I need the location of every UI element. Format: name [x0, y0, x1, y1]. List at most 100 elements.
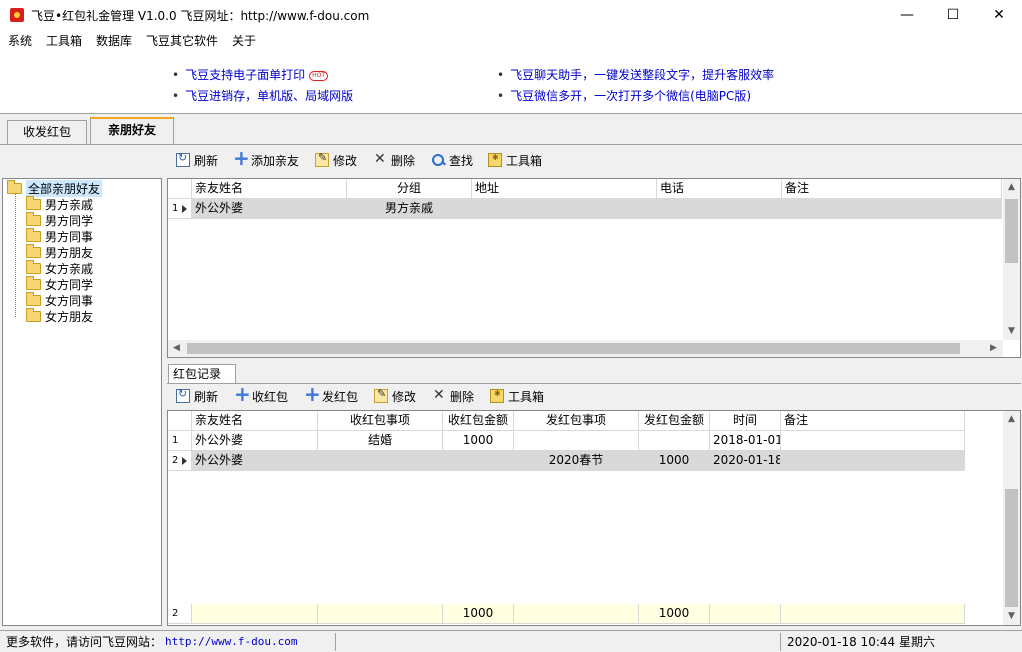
- tree-item-group[interactable]: 女方同学: [26, 275, 93, 292]
- edit-icon: [315, 151, 329, 167]
- footer-count: 2: [172, 608, 179, 619]
- folder-icon: [26, 243, 41, 258]
- folder-icon: [26, 211, 41, 226]
- cell-recv-amount[interactable]: 1000: [443, 431, 514, 451]
- delete-button[interactable]: 删除: [432, 386, 474, 406]
- scroll-thumb[interactable]: [187, 343, 960, 354]
- folder-icon: [26, 259, 41, 274]
- toolbox-button[interactable]: 工具箱: [490, 386, 544, 406]
- news-link-waybill[interactable]: • 飞豆支持电子面单打印 HOT: [172, 66, 328, 83]
- tree-item-group[interactable]: 女方亲戚: [26, 259, 93, 276]
- cell-recv-event[interactable]: [318, 451, 443, 471]
- tree-item-group[interactable]: 女方同事: [26, 291, 93, 308]
- vertical-scrollbar[interactable]: ▲ ▼: [1003, 179, 1020, 340]
- cell-recv-amount[interactable]: [443, 451, 514, 471]
- column-header[interactable]: 发红包金额: [639, 411, 710, 431]
- column-header[interactable]: 收红包金额: [443, 411, 514, 431]
- table-row[interactable]: 2 外公外婆 2020春节 1000 2020-01-18: [168, 451, 965, 471]
- column-header[interactable]: 电话: [657, 179, 782, 199]
- friends-grid[interactable]: 亲友姓名 分组 地址 电话 备注 1 外公外婆 男方亲戚 ▲ ▼ ◀ ▶: [167, 178, 1021, 358]
- news-link-chat-helper[interactable]: • 飞豆聊天助手，一键发送整段文字，提升客服效率: [497, 66, 774, 83]
- menu-toolbox[interactable]: 工具箱: [46, 32, 82, 49]
- scroll-thumb[interactable]: [1005, 199, 1018, 263]
- tab-redpacket[interactable]: 收发红包: [7, 120, 87, 145]
- edit-button[interactable]: 修改: [315, 150, 357, 170]
- toolbox-button[interactable]: 工具箱: [488, 150, 542, 170]
- cell-send-amount[interactable]: 1000: [639, 451, 710, 471]
- delete-icon: [432, 387, 446, 403]
- menu-about[interactable]: 关于: [232, 32, 256, 49]
- cell-address[interactable]: [472, 199, 657, 219]
- cell-time[interactable]: 2018-01-01: [710, 431, 781, 451]
- tab-redpacket-records[interactable]: 红包记录: [168, 364, 236, 384]
- scroll-left-icon[interactable]: ◀: [168, 340, 185, 357]
- cell-name[interactable]: 外公外婆: [192, 431, 318, 451]
- send-redpacket-button[interactable]: 发红包: [304, 382, 358, 406]
- cell-group[interactable]: 男方亲戚: [347, 199, 472, 219]
- tree-item-group[interactable]: 男方亲戚: [26, 195, 93, 212]
- cell-phone[interactable]: [657, 199, 782, 219]
- plus-icon: [304, 382, 321, 406]
- column-header[interactable]: 时间: [710, 411, 781, 431]
- tree-item-group[interactable]: 男方朋友: [26, 243, 93, 260]
- scroll-down-icon[interactable]: ▼: [1003, 608, 1020, 625]
- refresh-button[interactable]: 刷新: [176, 386, 218, 406]
- website-link[interactable]: http://www.f-dou.com: [165, 633, 297, 651]
- edit-button[interactable]: 修改: [374, 386, 416, 406]
- cell-time[interactable]: 2020-01-18: [710, 451, 781, 471]
- status-divider: [335, 633, 336, 651]
- scroll-up-icon[interactable]: ▲: [1003, 179, 1020, 196]
- column-header[interactable]: 收红包事项: [318, 411, 443, 431]
- tree-root[interactable]: 全部亲朋好友: [7, 179, 103, 197]
- delete-button[interactable]: 删除: [373, 150, 415, 170]
- maximize-button[interactable]: ☐: [930, 0, 976, 30]
- tree-item-group[interactable]: 女方朋友: [26, 307, 93, 324]
- scroll-right-icon[interactable]: ▶: [985, 340, 1002, 357]
- folder-icon: [7, 179, 22, 194]
- close-button[interactable]: ✕: [976, 0, 1022, 30]
- refresh-button[interactable]: 刷新: [176, 150, 218, 170]
- tree-item-group[interactable]: 男方同学: [26, 211, 93, 228]
- column-header[interactable]: 备注: [782, 179, 1002, 199]
- cell-note[interactable]: [781, 431, 965, 451]
- table-row[interactable]: 1 外公外婆 男方亲戚: [168, 199, 1002, 219]
- news-panel: • 飞豆支持电子面单打印 HOT • 飞豆进销存，单机版、局域网版 • 飞豆聊天助手，一…: [0, 50, 1022, 114]
- minimize-button[interactable]: —: [884, 0, 930, 30]
- tab-friends[interactable]: 亲朋好友: [90, 117, 174, 145]
- column-header[interactable]: 亲友姓名: [192, 411, 318, 431]
- column-header[interactable]: 地址: [472, 179, 657, 199]
- vertical-scrollbar[interactable]: ▲ ▼: [1003, 411, 1020, 625]
- cell-send-amount[interactable]: [639, 431, 710, 451]
- news-link-inventory[interactable]: • 飞豆进销存，单机版、局域网版: [172, 87, 353, 104]
- cell-recv-event[interactable]: 结婚: [318, 431, 443, 451]
- scroll-thumb[interactable]: [1005, 489, 1018, 607]
- horizontal-scrollbar[interactable]: ◀ ▶: [168, 340, 1003, 357]
- scroll-down-icon[interactable]: ▼: [1003, 323, 1020, 340]
- search-button[interactable]: 查找: [431, 150, 473, 170]
- scroll-up-icon[interactable]: ▲: [1003, 411, 1020, 428]
- cell-note[interactable]: [782, 199, 1002, 219]
- plus-icon: [234, 382, 251, 406]
- folder-icon: [26, 307, 41, 322]
- column-header[interactable]: 备注: [781, 411, 965, 431]
- menu-database[interactable]: 数据库: [96, 32, 132, 49]
- menu-system[interactable]: 系统: [8, 32, 32, 49]
- tree-item-group[interactable]: 男方同事: [26, 227, 93, 244]
- column-header[interactable]: 分组: [347, 179, 472, 199]
- status-bar: 更多软件，请访问飞豆网站： http://www.f-dou.com 2020-…: [0, 630, 1022, 652]
- cell-note[interactable]: [781, 451, 965, 471]
- table-row[interactable]: 1 外公外婆 结婚 1000 2018-01-01: [168, 431, 965, 451]
- column-header[interactable]: 发红包事项: [514, 411, 639, 431]
- cell-send-event[interactable]: [514, 431, 639, 451]
- redpacket-grid[interactable]: 亲友姓名 收红包事项 收红包金额 发红包事项 发红包金额 时间 备注 1 外公外…: [167, 410, 1021, 626]
- news-link-wechat-multi[interactable]: • 飞豆微信多开，一次打开多个微信(电脑PC版): [497, 87, 751, 104]
- menu-other-software[interactable]: 飞豆其它软件: [146, 32, 218, 49]
- receive-redpacket-button[interactable]: 收红包: [234, 382, 288, 406]
- cell-name[interactable]: 外公外婆: [192, 451, 318, 471]
- column-header[interactable]: 亲友姓名: [192, 179, 347, 199]
- hot-badge: HOT: [309, 70, 328, 81]
- cell-send-event[interactable]: 2020春节: [514, 451, 639, 471]
- friends-grid-header: 亲友姓名 分组 地址 电话 备注: [168, 179, 1002, 199]
- add-friend-button[interactable]: 添加亲友: [233, 146, 299, 170]
- cell-name[interactable]: 外公外婆: [192, 199, 347, 219]
